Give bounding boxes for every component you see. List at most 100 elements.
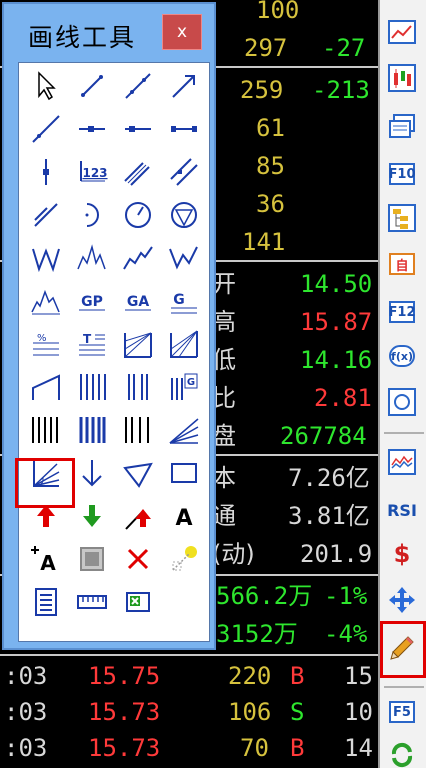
tool-button[interactable] — [69, 452, 115, 494]
vertical-line-icon — [43, 159, 49, 185]
tool-button[interactable] — [69, 194, 115, 236]
text-annotation-icon: A — [31, 546, 56, 575]
tool-button[interactable] — [23, 194, 69, 236]
tree-icon[interactable] — [386, 204, 418, 232]
formula-icon[interactable]: f(x) — [386, 342, 418, 370]
tool-button[interactable] — [69, 65, 115, 107]
move-icon[interactable] — [386, 586, 418, 614]
tool-button[interactable] — [115, 151, 161, 193]
svg-text:123: 123 — [82, 166, 107, 180]
tool-button[interactable] — [161, 452, 207, 494]
tool-button[interactable] — [23, 65, 69, 107]
tool-button[interactable] — [161, 151, 207, 193]
text-icon: A — [175, 506, 192, 531]
svg-text:GA: GA — [127, 294, 149, 310]
wave-m-icon — [77, 244, 106, 270]
tool-button[interactable] — [115, 538, 161, 580]
tool-button[interactable] — [115, 409, 161, 451]
flow-amount: 3152万 — [216, 620, 298, 648]
gann-g-icon: G — [171, 292, 197, 314]
tool-button[interactable] — [23, 409, 69, 451]
tool-button[interactable] — [115, 495, 161, 537]
tick-price: 15.73 — [88, 734, 161, 762]
tool-grid: 123 GP GA G% T G A A — [15, 62, 210, 642]
trade-volume: 36 — [256, 190, 285, 218]
stat-value: 267784 — [280, 422, 367, 450]
f5-icon[interactable]: F5 — [386, 698, 418, 726]
tool-button[interactable] — [23, 280, 69, 322]
cross-line-icon — [34, 203, 58, 227]
tool-button[interactable] — [115, 65, 161, 107]
money-icon[interactable]: $ — [386, 540, 418, 568]
tick-volume: 220 — [228, 662, 272, 690]
tool-button[interactable] — [23, 581, 69, 623]
self-select-icon[interactable]: 自 — [386, 250, 418, 278]
tool-button[interactable] — [23, 237, 69, 279]
wave-down-icon — [169, 246, 198, 270]
svg-text:%: % — [37, 333, 47, 344]
tool-button[interactable] — [23, 151, 69, 193]
box-icon — [80, 547, 104, 571]
tool-button[interactable] — [115, 366, 161, 408]
tool-button[interactable] — [69, 495, 115, 537]
excel-icon — [126, 592, 150, 612]
tool-button[interactable] — [69, 237, 115, 279]
window-title: 画线工具 — [28, 23, 137, 52]
circle-tool-icon[interactable] — [386, 388, 418, 416]
tool-button[interactable]: T — [69, 323, 115, 365]
t-lines-icon: T — [79, 332, 105, 356]
tool-button[interactable] — [115, 237, 161, 279]
indicator-icon[interactable] — [386, 448, 418, 476]
tick-count: 14 — [344, 734, 373, 762]
windows-icon[interactable] — [386, 112, 418, 140]
tool-button[interactable]: GA — [115, 280, 161, 322]
tool-button[interactable] — [23, 108, 69, 150]
tool-button[interactable] — [161, 409, 207, 451]
rsi-icon[interactable]: RSI — [386, 496, 418, 524]
tool-button[interactable] — [69, 409, 115, 451]
f10-icon[interactable]: F10 — [386, 160, 418, 188]
fan-lines-icon — [169, 418, 199, 444]
tool-button[interactable] — [69, 366, 115, 408]
refresh-icon[interactable] — [386, 740, 418, 768]
tool-button[interactable] — [161, 323, 207, 365]
tool-button[interactable] — [69, 108, 115, 150]
tool-button[interactable] — [161, 65, 207, 107]
sell-arrow-icon — [83, 505, 101, 527]
tool-button[interactable]: GP — [69, 280, 115, 322]
tool-button[interactable] — [115, 581, 161, 623]
ellipse-icon — [171, 202, 197, 228]
step-line-icon — [32, 374, 60, 400]
tick-count: 10 — [344, 698, 373, 726]
tick-volume: 70 — [240, 734, 269, 762]
tool-button[interactable]: A — [161, 495, 207, 537]
percent-lines-icon: % — [33, 333, 59, 356]
tool-button[interactable] — [115, 323, 161, 365]
draw-tools-window[interactable]: 画线工具 x 123 GP GA G% T G A A — [2, 2, 216, 650]
tool-button[interactable] — [69, 538, 115, 580]
tick-count: 15 — [344, 662, 373, 690]
tool-button[interactable] — [115, 194, 161, 236]
tool-button[interactable]: A — [23, 538, 69, 580]
flow-pct: -1% — [324, 582, 368, 610]
candlestick-icon[interactable] — [386, 64, 418, 92]
tool-button[interactable]: 123 — [69, 151, 115, 193]
chart-line-icon[interactable] — [386, 18, 418, 46]
tool-button[interactable] — [23, 366, 69, 408]
svg-text:G: G — [173, 292, 185, 308]
line-icon — [125, 73, 151, 99]
tool-button[interactable]: % — [23, 323, 69, 365]
tool-button[interactable]: G — [161, 366, 207, 408]
tool-button[interactable] — [69, 581, 115, 623]
selected-tool-highlight — [15, 458, 75, 508]
tool-button[interactable] — [115, 452, 161, 494]
tool-button[interactable] — [161, 108, 207, 150]
tool-button[interactable] — [161, 237, 207, 279]
tool-button[interactable]: G — [161, 280, 207, 322]
tool-button[interactable] — [161, 194, 207, 236]
f12-icon[interactable]: F12 — [386, 298, 418, 326]
tool-button[interactable] — [115, 108, 161, 150]
horizontal-line-icon — [171, 126, 197, 132]
tool-button[interactable] — [161, 538, 207, 580]
close-button[interactable]: x — [162, 14, 202, 50]
